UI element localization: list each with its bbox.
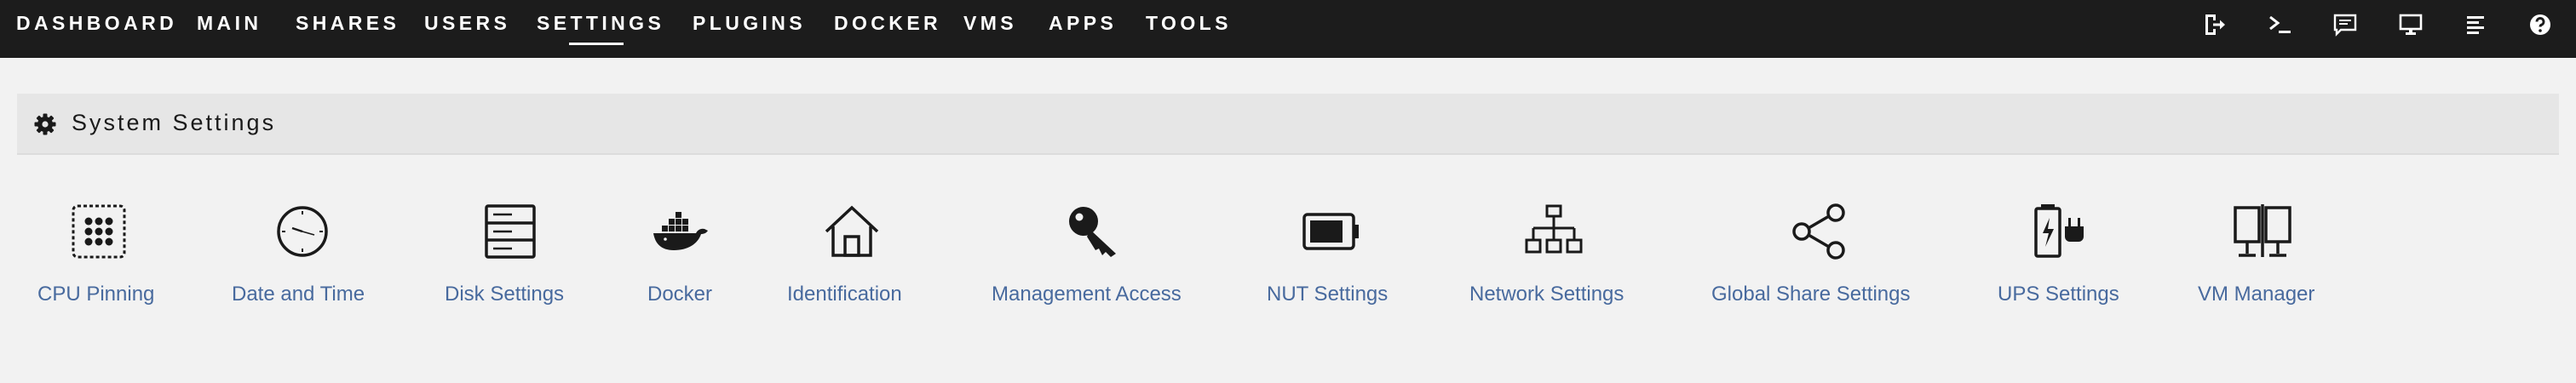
nav-main[interactable]: MAIN	[197, 12, 262, 35]
nav-vms[interactable]: VMS	[963, 12, 1017, 35]
tile-label[interactable]: UPS Settings	[1998, 283, 2119, 306]
tile-label[interactable]: Docker	[647, 283, 712, 306]
nav-docker[interactable]: DOCKER	[834, 12, 941, 35]
cpu-pinning-icon	[68, 201, 129, 262]
network-icon	[1523, 201, 1584, 262]
gear-icon	[34, 113, 56, 135]
nav-settings[interactable]: SETTINGS	[537, 12, 664, 45]
clock-icon	[272, 201, 333, 262]
monitor-icon[interactable]	[2398, 12, 2424, 37]
feedback-icon[interactable]	[2332, 12, 2358, 37]
log-icon[interactable]	[2464, 12, 2489, 37]
tile-label[interactable]: Disk Settings	[445, 283, 564, 306]
tile-label[interactable]: CPU Pinning	[37, 283, 154, 306]
battery-icon	[1301, 201, 1362, 262]
nav-dashboard[interactable]: DASHBOARD	[16, 12, 177, 35]
tile-label[interactable]: Management Access	[992, 283, 1182, 306]
nav-apps[interactable]: APPS	[1049, 12, 1117, 35]
docker-icon	[650, 201, 711, 262]
tile-label[interactable]: Network Settings	[1469, 283, 1624, 306]
nav-tools[interactable]: TOOLS	[1146, 12, 1232, 35]
terminal-icon[interactable]	[2268, 12, 2293, 37]
tile-label[interactable]: NUT Settings	[1267, 283, 1388, 306]
nav-plugins[interactable]: PLUGINS	[693, 12, 806, 35]
tile-label[interactable]: VM Manager	[2198, 283, 2314, 306]
ups-icon	[2031, 201, 2092, 262]
key-icon	[1063, 201, 1124, 262]
disk-icon	[480, 201, 541, 262]
tile-label[interactable]: Date and Time	[232, 283, 365, 306]
tile-label[interactable]: Identification	[787, 283, 902, 306]
top-navigation-bar: DASHBOARD MAIN SHARES USERS SETTINGS PLU…	[0, 0, 2576, 58]
vm-icon	[2232, 201, 2293, 262]
tile-label[interactable]: Global Share Settings	[1711, 283, 1910, 306]
section-header: System Settings	[17, 94, 2559, 155]
share-icon	[1788, 201, 1849, 262]
help-icon[interactable]	[2527, 12, 2553, 37]
logout-icon[interactable]	[2202, 12, 2228, 37]
nav-shares[interactable]: SHARES	[296, 12, 400, 35]
section-title: System Settings	[72, 110, 277, 135]
home-icon	[821, 201, 883, 262]
nav-users[interactable]: USERS	[424, 12, 510, 35]
